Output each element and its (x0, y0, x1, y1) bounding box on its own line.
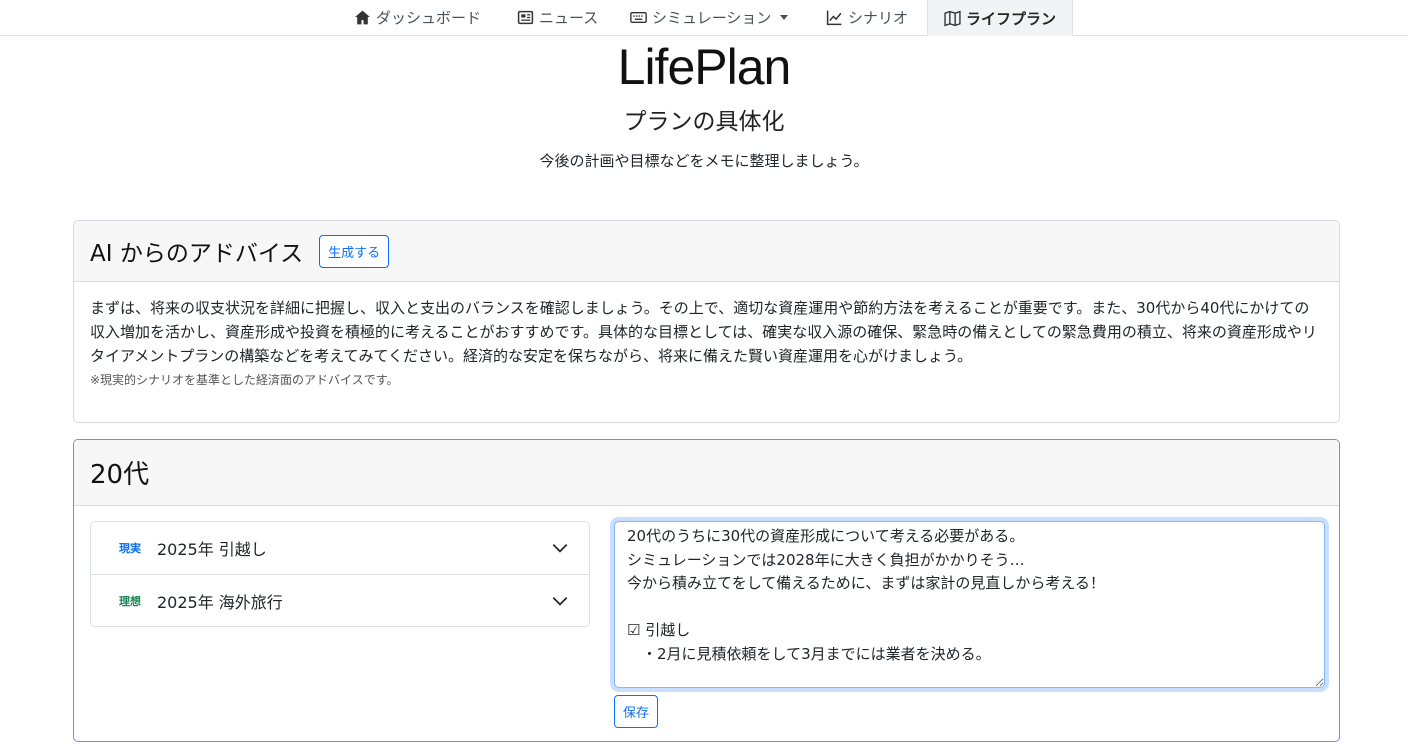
nav-news-label: ニュース (539, 9, 599, 27)
memo-textarea[interactable]: 20代のうちに30代の資産形成について考える必要がある。 シミュレーションでは2… (614, 521, 1325, 688)
accordion-item[interactable]: 現実 2025年 引越し (91, 522, 589, 574)
house-icon (355, 10, 370, 25)
nav-lifeplan[interactable]: ライフプラン (927, 0, 1074, 36)
nav-dashboard-label: ダッシュボード (376, 9, 482, 27)
ai-advice-title: AI からのアドバイス (90, 241, 304, 267)
event-badge: 理想 (119, 594, 141, 608)
save-button[interactable]: 保存 (614, 695, 659, 728)
decade-title: 20代 (90, 460, 150, 490)
page-title: LifePlan (617, 39, 792, 95)
keyboard-icon (630, 12, 647, 23)
top-nav: ダッシュボード ニュース シミュレーション シナリオ ライフプラン (0, 0, 1408, 36)
nav-scenario-label: シナリオ (848, 9, 909, 27)
decade-card: 20代 現実 2025年 引越し 理想 2025年 海外旅行 20代のうちに30… (73, 439, 1340, 742)
nav-simulation[interactable]: シミュレーション (630, 0, 789, 35)
event-label: 2025年 引越し (157, 540, 267, 559)
ai-advice-header: AI からのアドバイス 生成する (74, 221, 1339, 282)
page-subtitle: プランの具体化 (623, 109, 785, 135)
caret-down-icon (780, 15, 789, 20)
generate-button[interactable]: 生成する (319, 234, 390, 268)
map-icon (944, 10, 961, 26)
nav-news[interactable]: ニュース (517, 0, 598, 35)
graph-up-icon (826, 10, 842, 26)
ai-advice-card: AI からのアドバイス 生成する まずは、将来の収支状況を詳細に把握し、収入と支… (73, 220, 1340, 423)
chevron-down-icon (552, 596, 568, 606)
decade-header: 20代 (74, 440, 1339, 506)
event-accordion: 現実 2025年 引越し 理想 2025年 海外旅行 (90, 521, 590, 627)
event-badge: 現実 (119, 542, 141, 555)
nav-dashboard[interactable]: ダッシュボード (354, 0, 481, 35)
event-label: 2025年 海外旅行 (157, 592, 283, 612)
ai-advice-body: まずは、将来の収支状況を詳細に把握し、収入と支出のバランスを確認しましょう。その… (74, 282, 1339, 406)
nav-scenario[interactable]: シナリオ (826, 0, 908, 35)
nav-simulation-label: シミュレーション (652, 9, 772, 27)
newspaper-icon (517, 10, 534, 25)
chevron-down-icon (552, 544, 568, 553)
ai-advice-text: まずは、将来の収支状況を詳細に把握し、収入と支出のバランスを確認しましょう。その… (90, 299, 1317, 365)
nav-lifeplan-label: ライフプラン (966, 9, 1057, 28)
accordion-item[interactable]: 理想 2025年 海外旅行 (91, 574, 589, 626)
ai-advice-note: ※現実的シナリオを基準とした経済面のアドバイスです。 (90, 373, 399, 387)
page-description: 今後の計画や目標などをメモに整理しましょう。 (539, 152, 869, 170)
